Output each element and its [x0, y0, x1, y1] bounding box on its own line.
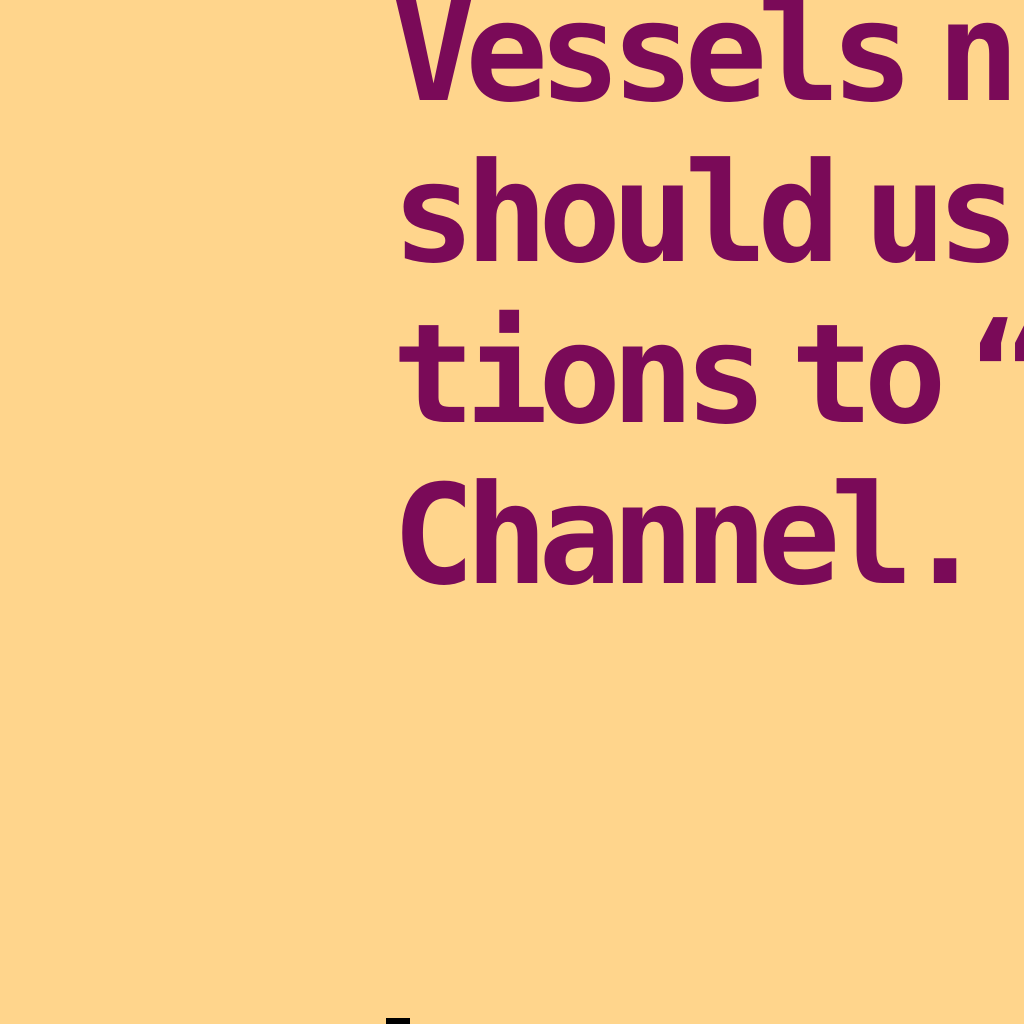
- message-line-2: should us: [392, 133, 1020, 294]
- message-text: Vessels n should us tions to “ Channel.: [392, 0, 1024, 616]
- message-line-4: Channel.: [392, 455, 987, 616]
- message-line-3: tions to “: [392, 294, 1024, 455]
- text-cursor: [386, 1018, 410, 1024]
- message-screen: Vessels n should us tions to “ Channel.: [0, 0, 1024, 1024]
- message-line-1: Vessels n: [392, 0, 1020, 133]
